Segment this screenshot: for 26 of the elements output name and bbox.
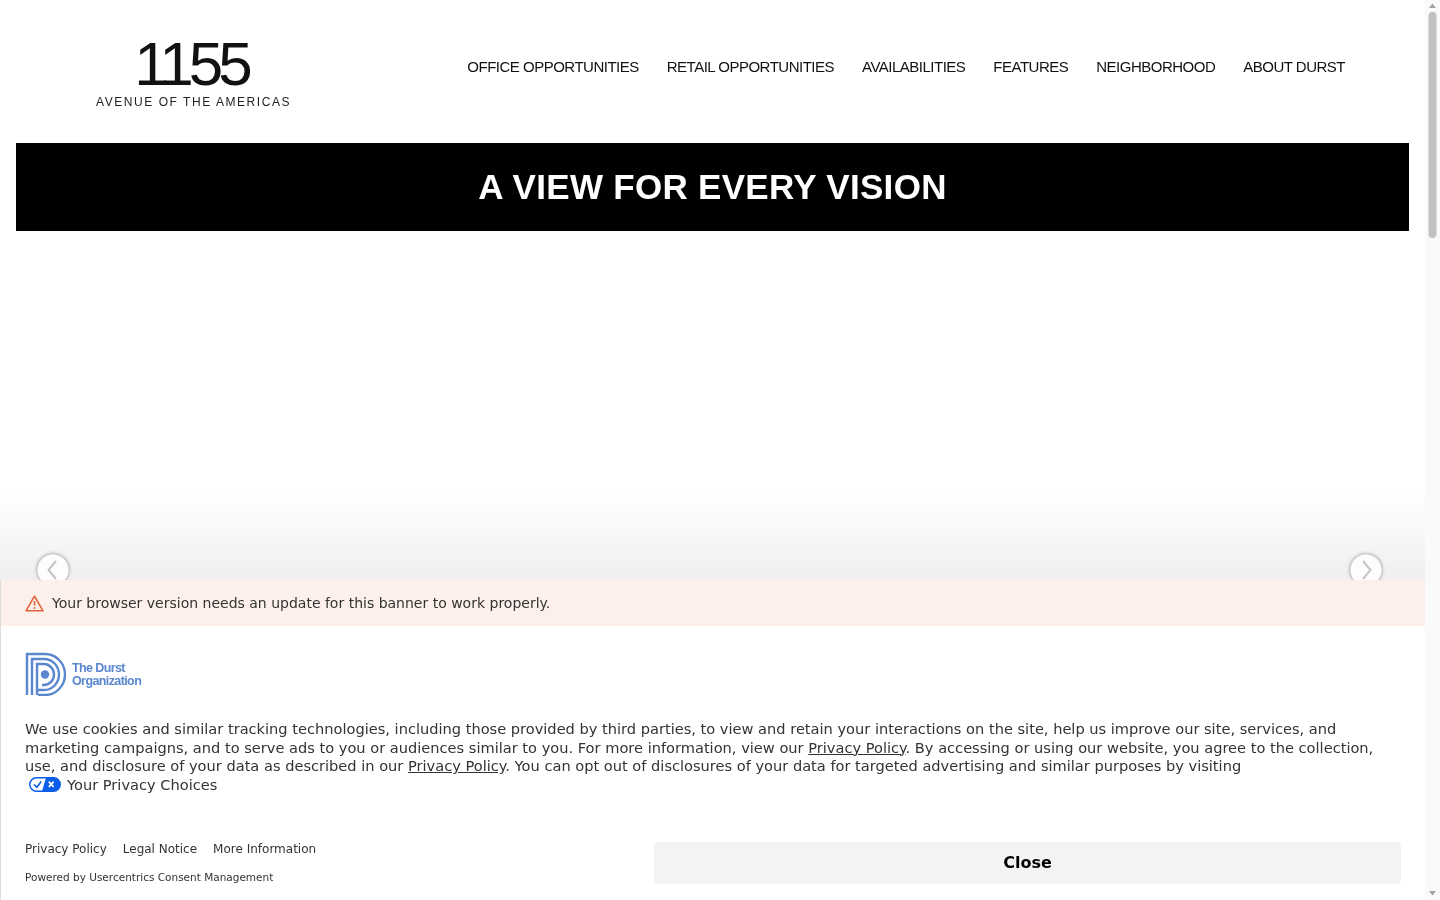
nav-link[interactable]: FEATURES bbox=[993, 56, 1069, 77]
privacy-policy-link[interactable]: Privacy Policy bbox=[407, 757, 506, 774]
privacy-choices-icon bbox=[29, 776, 61, 792]
nav-link[interactable]: ABOUT DURST bbox=[1243, 56, 1345, 77]
circled-chevron-right-icon[interactable] bbox=[1346, 550, 1386, 580]
footer-link[interactable]: More Information bbox=[213, 841, 317, 857]
brand-name: The Durst Organization bbox=[72, 660, 142, 688]
privacy-choices-link[interactable]: Your Privacy Choices bbox=[29, 775, 218, 793]
powered-by-text: Powered by Usercentrics Consent Management bbox=[25, 870, 275, 884]
nav-link[interactable]: RETAIL OPPORTUNITIES bbox=[666, 56, 834, 77]
scrollbar[interactable] bbox=[1425, 0, 1440, 900]
circled-chevron-left-icon[interactable] bbox=[33, 550, 73, 580]
consent-message: We use cookies and similar tracking technologies, including those provided by third parties, to view and retain your interactions on the site, help us improve our site, services, and marketing campaigns, and to serve ads to you or audiences similar to you. For more information, view our Privacy Policy. By accessing or using our website, you agree to the collection, use, and disclosure of your data as described in our Privacy Policy. You can opt out of disclosures of your data for targeted advertising and similar purposes by visiting Your Privacy Choices bbox=[25, 720, 1375, 794]
hero-title: A VIEW FOR EVERY VISION bbox=[478, 166, 947, 208]
close-button[interactable]: Close bbox=[654, 842, 1401, 884]
logo-title: 1155 bbox=[134, 36, 249, 92]
nav-link[interactable]: OFFICE OPPORTUNITIES bbox=[467, 56, 639, 77]
logo-mark-icon bbox=[25, 652, 69, 696]
nav-link[interactable]: NEIGHBORHOOD bbox=[1096, 56, 1216, 77]
footer-link[interactable]: Legal Notice bbox=[122, 841, 198, 857]
footer-link[interactable]: Privacy Policy bbox=[25, 841, 107, 857]
privacy-policy-link[interactable]: Privacy Policy bbox=[808, 738, 906, 756]
warning-text: Your browser version needs an update for this banner to work properly. bbox=[52, 594, 551, 612]
nav-link[interactable]: AVAILABILITIES bbox=[862, 56, 966, 77]
logo-subtitle: AVENUE OF THE AMERICAS bbox=[96, 95, 292, 109]
warning-icon bbox=[25, 594, 44, 612]
